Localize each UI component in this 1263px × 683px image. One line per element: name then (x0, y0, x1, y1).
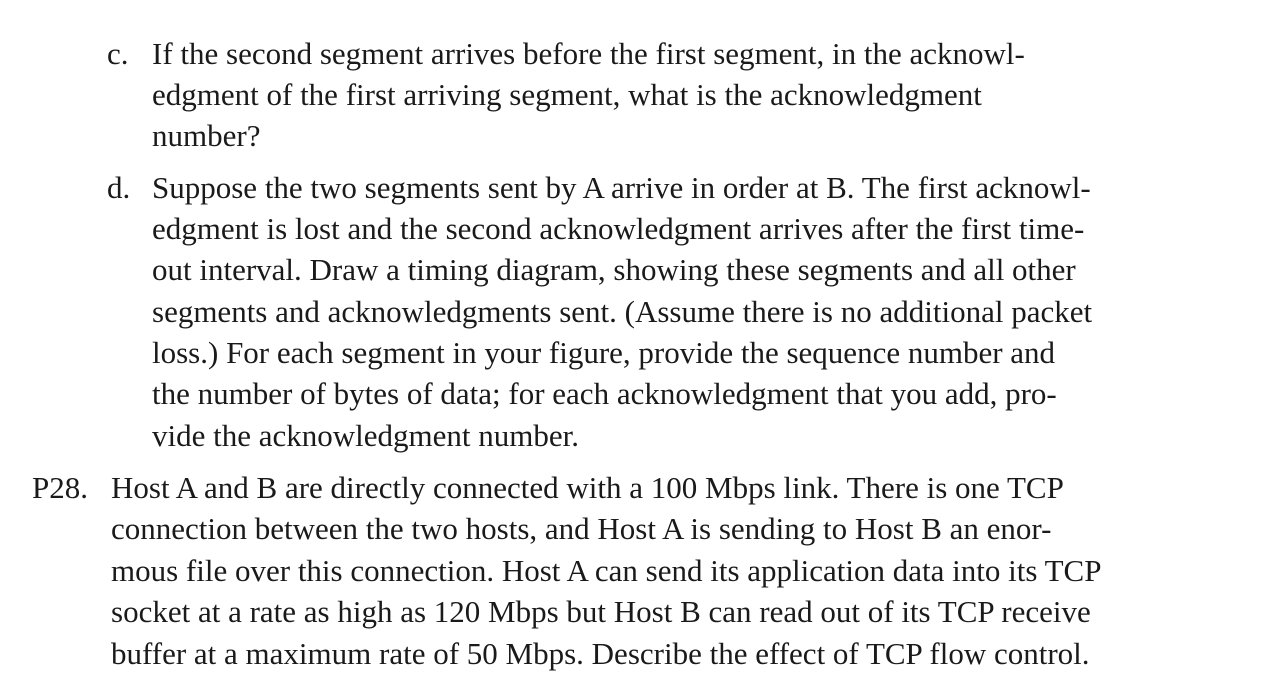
item-d-line-2: edgment is lost and the second acknowled… (152, 211, 1085, 246)
item-d-line-4: segments and acknowledgments sent. (Assu… (152, 294, 1093, 329)
item-d-line-7: vide the acknowledgment number. (152, 418, 579, 453)
item-d-line-1: Suppose the two segments sent by A arriv… (152, 170, 1091, 205)
problem-line-3: mous file over this connection. Host A c… (111, 553, 1102, 588)
item-c-line-1: If the second segment arrives before the… (152, 36, 1025, 71)
item-d-line-6: the number of bytes of data; for each ac… (152, 376, 1057, 411)
item-d-marker: d. (107, 170, 131, 205)
item-c-line-2: edgment of the first arriving segment, w… (152, 77, 982, 112)
item-d-line-3: out interval. Draw a timing diagram, sho… (152, 252, 1076, 287)
item-c-line-3: number? (152, 118, 261, 153)
item-c-marker: c. (107, 36, 129, 71)
problem-line-5: buffer at a maximum rate of 50 Mbps. Des… (111, 636, 1090, 671)
document-page: c. If the second segment arrives before … (0, 0, 1263, 683)
problem-line-4: socket at a rate as high as 120 Mbps but… (111, 594, 1091, 629)
problem-marker: P28. (32, 470, 88, 505)
problem-line-1: Host A and B are directly connected with… (111, 470, 1064, 505)
item-d-line-5: loss.) For each segment in your figure, … (152, 335, 1056, 370)
problem-line-2: connection between the two hosts, and Ho… (111, 511, 1052, 546)
